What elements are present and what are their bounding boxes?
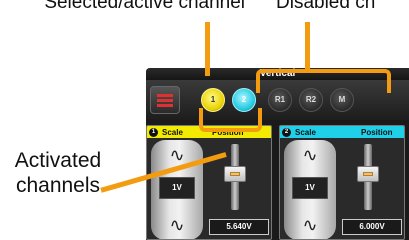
channel-2-panel: 2 Scale Position ∿ 1V ∿ 6.000V: [279, 125, 405, 240]
channel-number-badge: 2: [282, 127, 291, 137]
position-slider-handle[interactable]: [357, 166, 379, 182]
position-value[interactable]: 5.640V: [209, 219, 269, 235]
disabled-channel-pointer-line: [305, 22, 310, 72]
vertical-menu-window: Vertical 1 2 R1 R2 M 1 Scale Position ∿ …: [146, 68, 409, 240]
scale-value: 1V: [292, 177, 328, 199]
position-label: Position: [361, 127, 393, 137]
selected-channel-pointer-line: [205, 22, 210, 76]
large-waveform-icon[interactable]: ∿: [151, 210, 203, 239]
large-waveform-icon[interactable]: ∿: [284, 210, 336, 239]
position-slider-handle[interactable]: [224, 166, 246, 182]
channel-number-badge: 1: [149, 127, 158, 137]
selected-channel-callout: Selected/active channel: [44, 0, 245, 13]
channel-2-panel-header: 2 Scale Position: [280, 126, 404, 138]
disabled-channel-callout: Disabled ch: [276, 0, 376, 13]
channel-1-panel: 1 Scale Position ∿ 1V ∿ 5.640V: [146, 125, 272, 240]
scale-knob[interactable]: ∿ 1V ∿: [284, 140, 336, 239]
scale-label: Scale: [295, 127, 316, 137]
activated-channels-callout: Activated channels: [14, 149, 102, 198]
disabled-channels-bracket: [256, 69, 391, 93]
activated-channels-bracket: [199, 108, 262, 132]
scale-value: 1V: [159, 177, 195, 199]
menu-button[interactable]: [150, 86, 180, 114]
scale-knob[interactable]: ∿ 1V ∿: [151, 140, 203, 239]
small-waveform-icon[interactable]: ∿: [284, 140, 336, 170]
position-value[interactable]: 6.000V: [342, 219, 402, 235]
